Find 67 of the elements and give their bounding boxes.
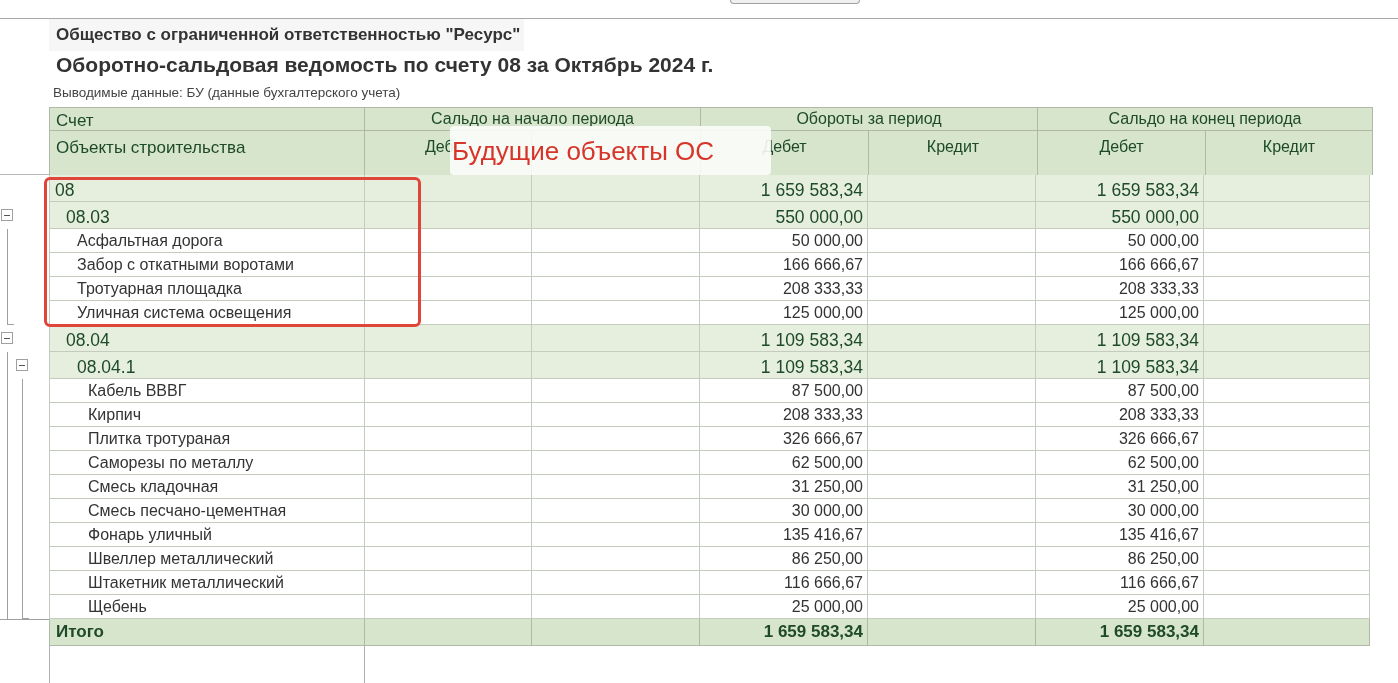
- subconto-header: Объекты строительства: [55, 137, 247, 159]
- account-cell: Тротуарная площадка: [49, 277, 365, 301]
- account-cell: Уличная система освещения: [49, 301, 365, 325]
- account-cell: 08.04: [49, 325, 365, 352]
- amount-cell: 1 659 583,34: [1036, 175, 1204, 202]
- collapse-icon[interactable]: [1, 209, 13, 221]
- total-label: Итого: [49, 619, 365, 646]
- account-cell: Смесь песчано-цементная: [49, 499, 365, 523]
- amount-cell: 31 250,00: [700, 475, 868, 499]
- amount-cell: 1 109 583,34: [1036, 325, 1204, 352]
- amount-cell: 1 659 583,34: [700, 175, 868, 202]
- report-subtitle: Выводимые данные: БУ (данные бухгалтерского учета): [52, 84, 401, 102]
- account-header: Счет: [50, 108, 364, 131]
- amount-cell: 1 109 583,34: [700, 352, 868, 379]
- amount-cell: 550 000,00: [1036, 202, 1204, 229]
- amount-cell: 25 000,00: [1036, 595, 1204, 619]
- amount-cell: 125 000,00: [1036, 301, 1204, 325]
- account-cell: Забор с откатными воротами: [49, 253, 365, 277]
- report-title: Оборотно-сальдовая ведомость по счету 08 за Октябрь 2024 г.: [55, 52, 714, 78]
- amount-cell: 1 109 583,34: [1036, 352, 1204, 379]
- amount-cell: 208 333,33: [700, 277, 868, 301]
- amount-cell: 166 666,67: [1036, 253, 1204, 277]
- account-cell: 08.03: [49, 202, 365, 229]
- amount-cell: 87 500,00: [1036, 379, 1204, 403]
- amount-cell: 86 250,00: [700, 547, 868, 571]
- account-cell: Швеллер металлический: [49, 547, 365, 571]
- group-header: Сальдо на конец периода: [1038, 108, 1372, 131]
- amount-cell: 31 250,00: [1036, 475, 1204, 499]
- column-header: Кредит: [1261, 137, 1317, 157]
- amount-cell: 1 109 583,34: [700, 325, 868, 352]
- account-cell: Асфальтная дорога: [49, 229, 365, 253]
- amount-cell: 25 000,00: [700, 595, 868, 619]
- account-cell: Кирпич: [49, 403, 365, 427]
- amount-cell: 125 000,00: [700, 301, 868, 325]
- total-cell: 1 659 583,34: [1036, 619, 1204, 646]
- amount-cell: 208 333,33: [700, 403, 868, 427]
- amount-cell: 135 416,67: [1036, 523, 1204, 547]
- total-cell: 1 659 583,34: [700, 619, 868, 646]
- amount-cell: 62 500,00: [1036, 451, 1204, 475]
- account-cell: Смесь кладочная: [49, 475, 365, 499]
- collapse-icon[interactable]: [1, 332, 13, 344]
- amount-cell: 208 333,33: [1036, 277, 1204, 301]
- account-cell: 08.04.1: [49, 352, 365, 379]
- column-header: Кредит: [925, 137, 981, 157]
- collapse-icon[interactable]: [16, 359, 28, 371]
- amount-cell: 86 250,00: [1036, 547, 1204, 571]
- account-cell: Фонарь уличный: [49, 523, 365, 547]
- amount-cell: 62 500,00: [700, 451, 868, 475]
- amount-cell: 550 000,00: [700, 202, 868, 229]
- amount-cell: 166 666,67: [700, 253, 868, 277]
- account-cell: Плитка тротураная: [49, 427, 365, 451]
- amount-cell: 50 000,00: [1036, 229, 1204, 253]
- company-name: Общество с ограниченной ответственностью "Ресурс": [49, 19, 525, 51]
- amount-cell: 135 416,67: [700, 523, 868, 547]
- amount-cell: 208 333,33: [1036, 403, 1204, 427]
- amount-cell: 30 000,00: [1036, 499, 1204, 523]
- account-cell: Щебень: [49, 595, 365, 619]
- account-cell: Саморезы по металлу: [49, 451, 365, 475]
- amount-cell: 326 666,67: [700, 427, 868, 451]
- amount-cell: 326 666,67: [1036, 427, 1204, 451]
- amount-cell: 30 000,00: [700, 499, 868, 523]
- amount-cell: 87 500,00: [700, 379, 868, 403]
- account-cell: Кабель ВВВГ: [49, 379, 365, 403]
- amount-cell: 50 000,00: [700, 229, 868, 253]
- amount-cell: 116 666,67: [1036, 571, 1204, 595]
- amount-cell: 116 666,67: [700, 571, 868, 595]
- account-cell: Штакетник металлический: [49, 571, 365, 595]
